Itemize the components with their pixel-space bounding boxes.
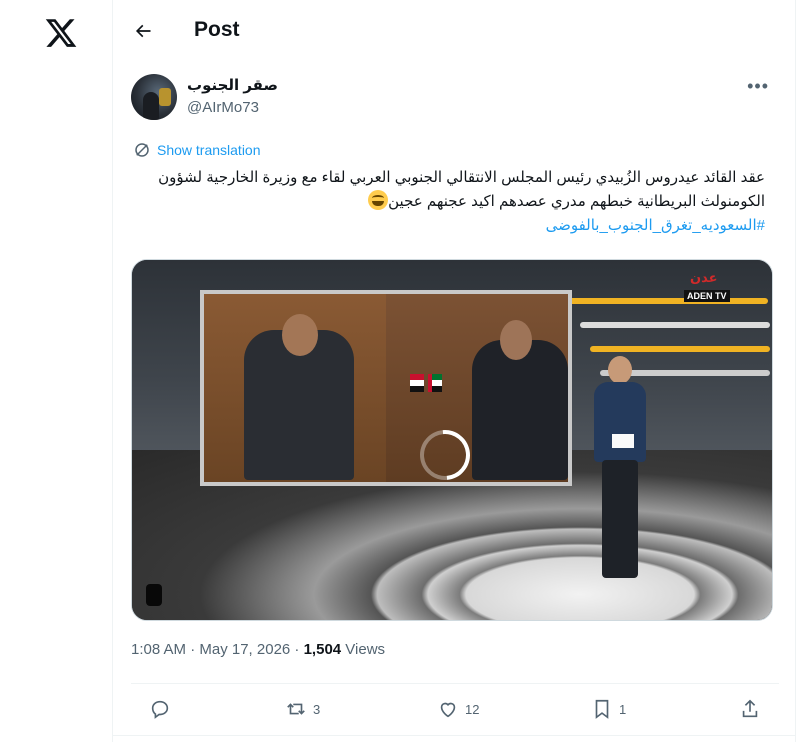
repost-button[interactable]: 3 [285, 694, 320, 724]
show-translation-link[interactable]: Show translation [133, 141, 261, 159]
post-video[interactable]: عدن ADEN TV [131, 259, 773, 621]
translate-icon [135, 143, 149, 157]
post-meta: 1:08 AM · May 17, 2026 · 1,504 Views [131, 641, 385, 658]
post-timestamp[interactable]: 1:08 AM · May 17, 2026 · [131, 641, 304, 658]
avatar-accent [159, 88, 171, 106]
reply-button[interactable] [149, 694, 177, 724]
show-translation-label: Show translation [157, 142, 261, 158]
repost-count: 3 [313, 701, 321, 717]
bookmark-button[interactable]: 1 [591, 694, 626, 724]
post-text: عقد القائد عيدروس الزُبيدي رئيس المجلس ا… [145, 166, 765, 238]
action-bar: 3 12 1 [131, 694, 779, 724]
author-block: صقر الجنوب @AIrMo73 ••• [131, 72, 781, 124]
flag-yemen-south [410, 374, 424, 392]
author-handle[interactable]: @AIrMo73 [187, 99, 259, 116]
video-wall-screen [200, 290, 572, 486]
back-arrow-icon [135, 24, 151, 38]
channel-mark: عدن [690, 270, 718, 285]
guest-left-head [282, 314, 318, 356]
guest-right [472, 340, 568, 480]
avatar[interactable] [131, 74, 177, 120]
studio-lights [550, 278, 772, 398]
bookmark-icon [595, 699, 609, 719]
share-button[interactable] [739, 694, 767, 724]
post-text-line-1: عقد القائد عيدروس الزُبيدي رئيس المجلس ا… [158, 169, 765, 186]
more-options-button[interactable]: ••• [747, 76, 769, 97]
news-anchor [590, 356, 650, 581]
back-button[interactable] [127, 15, 159, 47]
post-header: Post [113, 0, 795, 62]
share-icon [742, 699, 758, 718]
heart-icon [440, 702, 456, 718]
post-text-line-2: الكومنولث البريطانية خبطهم مدري عصدهم اك… [388, 193, 765, 210]
channel-logo: ADEN TV [684, 290, 730, 302]
left-rail [0, 0, 112, 742]
like-button[interactable]: 12 [437, 694, 479, 724]
bookmark-count: 1 [619, 701, 627, 717]
flag-uae [428, 374, 442, 392]
reply-icon [151, 700, 169, 719]
like-count: 12 [465, 701, 480, 717]
repost-icon [287, 703, 305, 715]
grinning-sweat-emoji-icon [368, 190, 389, 210]
hashtag-link[interactable]: #السعوديه_تغرق_الجنوب_بالفوضى [546, 217, 765, 234]
views-label: Views [341, 641, 386, 658]
page-title: Post [194, 18, 240, 41]
author-display-name[interactable]: صقر الجنوب [187, 76, 278, 94]
more-dots-icon: ••• [747, 76, 769, 96]
avatar-figure [143, 92, 159, 120]
divider [131, 683, 779, 684]
post-column: Post صقر الجنوب @AIrMo73 ••• Show transl… [112, 0, 796, 742]
guest-right-head [500, 320, 532, 360]
x-logo-icon[interactable] [44, 16, 78, 50]
views-count: 1,504 [303, 641, 342, 658]
video-control-badge[interactable] [146, 584, 162, 606]
bottom-divider [113, 735, 795, 736]
